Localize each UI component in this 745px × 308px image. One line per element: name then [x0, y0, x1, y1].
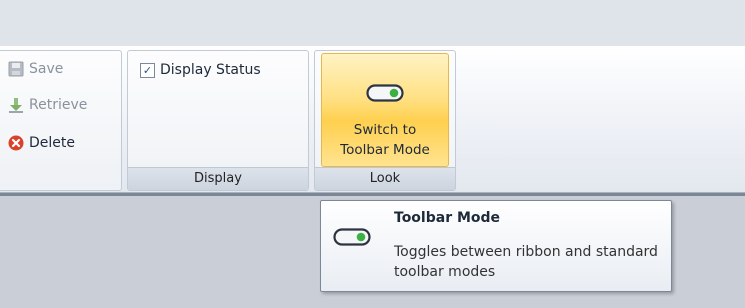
save-label: Save [29, 61, 64, 77]
delete-button[interactable]: Delete [8, 135, 75, 151]
switch-button-label-line2: Toolbar Mode [340, 142, 430, 158]
tooltip-body: Toggles between ribbon and standard tool… [394, 244, 658, 280]
toggle-switch-icon [366, 84, 404, 102]
tooltip-toolbar-mode: Toolbar Mode Toggles between ribbon and … [320, 200, 672, 292]
delete-label: Delete [29, 135, 75, 151]
retrieve-button[interactable]: Retrieve [8, 97, 87, 113]
switch-button-label-line1: Switch to [353, 122, 417, 138]
title-bar-area [0, 0, 745, 46]
switch-to-toolbar-mode-button[interactable]: Switch to Toolbar Mode [321, 53, 449, 167]
display-status-label: Display Status [160, 62, 261, 78]
ribbon-group-display: ✓ Display Status Display [127, 50, 309, 191]
retrieve-icon [8, 97, 24, 113]
retrieve-label: Retrieve [29, 97, 88, 113]
ribbon-group-file: Save Retrieve Delete [0, 50, 122, 191]
save-icon [8, 61, 24, 77]
tooltip-title: Toolbar Mode [394, 210, 501, 226]
delete-icon [8, 135, 24, 151]
group-label-display: Display [128, 167, 308, 190]
group-label-look: Look [315, 167, 455, 190]
toggle-switch-icon [333, 228, 371, 246]
display-status-checkbox[interactable]: ✓ Display Status [140, 62, 261, 78]
ribbon-group-look: Switch to Toolbar Mode Look [314, 50, 456, 191]
checkbox-checked-icon: ✓ [140, 62, 155, 78]
save-button[interactable]: Save [8, 61, 63, 77]
